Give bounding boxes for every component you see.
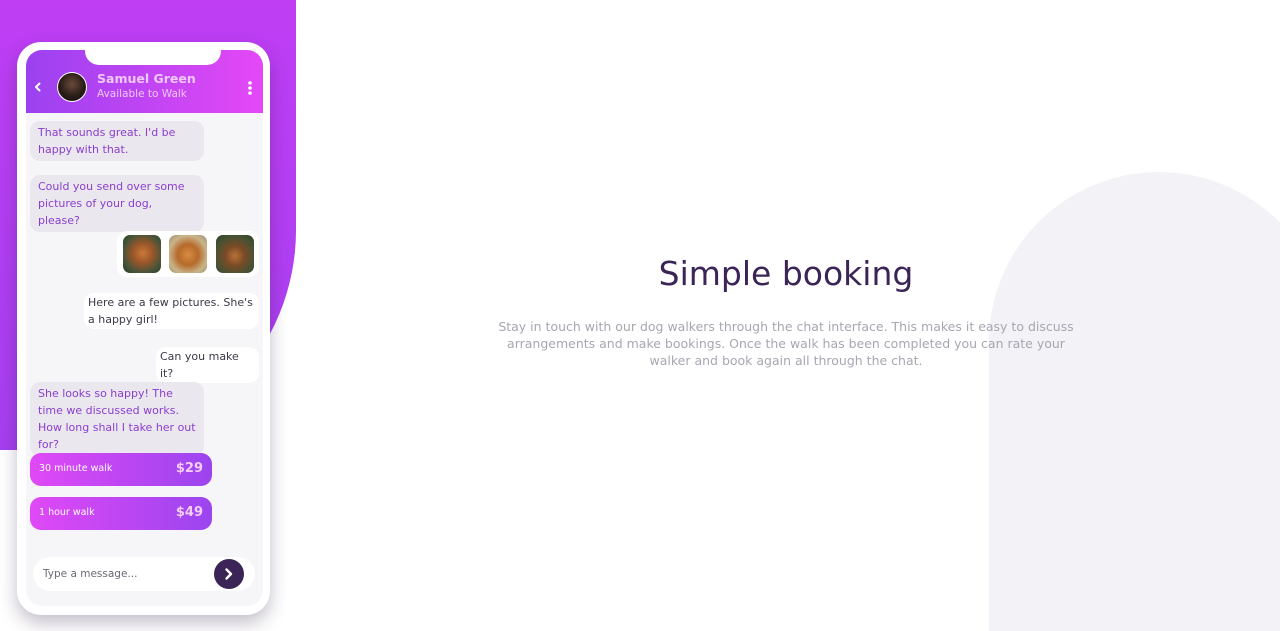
- contact-name: Samuel Green: [97, 71, 196, 86]
- avatar: [57, 72, 87, 102]
- dog-photos-message: [117, 231, 259, 277]
- send-button[interactable]: [214, 559, 244, 589]
- hero-title: Simple booking: [658, 254, 914, 293]
- walk-option-1-hour[interactable]: 1 hour walk $49: [30, 497, 212, 530]
- message-incoming: She looks so happy! The time we discusse…: [30, 382, 204, 456]
- more-options-icon[interactable]: [245, 80, 255, 96]
- walk-option-price: $49: [175, 505, 203, 520]
- page: Samuel Green Available to Walk That soun…: [0, 0, 1280, 631]
- phone-mockup: Samuel Green Available to Walk That soun…: [17, 42, 270, 615]
- message-outgoing: Can you make it?: [156, 347, 259, 383]
- chevron-right-icon: [225, 568, 233, 580]
- contact-status: Available to Walk: [97, 88, 187, 100]
- phone-notch: [85, 50, 221, 65]
- walk-option-30-minute[interactable]: 30 minute walk $29: [30, 453, 212, 486]
- dog-photo[interactable]: [216, 235, 254, 273]
- hero-description: Stay in touch with our dog walkers throu…: [498, 319, 1074, 368]
- message-outgoing: Here are a few pictures. She's a happy g…: [84, 293, 259, 329]
- back-chevron-icon[interactable]: [31, 79, 45, 93]
- walk-option-price: $29: [175, 461, 203, 476]
- dog-photo[interactable]: [123, 235, 161, 273]
- arch-background-shape: [989, 172, 1280, 631]
- message-input[interactable]: [43, 565, 203, 583]
- walk-option-label: 1 hour walk: [39, 507, 95, 518]
- dog-photo[interactable]: [169, 235, 207, 273]
- message-composer: [33, 557, 255, 591]
- walk-option-label: 30 minute walk: [39, 463, 113, 474]
- message-incoming: Could you send over some pictures of you…: [30, 175, 204, 232]
- message-incoming: That sounds great. I'd be happy with tha…: [30, 121, 204, 161]
- chat-screen: Samuel Green Available to Walk That soun…: [26, 50, 263, 606]
